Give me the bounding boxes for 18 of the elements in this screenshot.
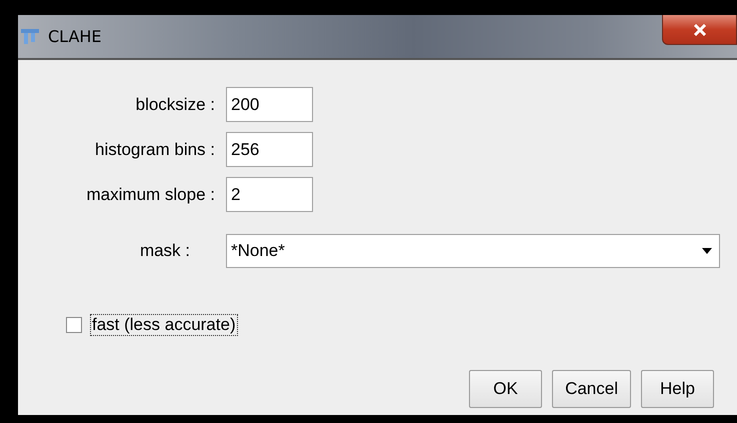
checkbox-label[interactable]: fast (less accurate) [90, 314, 238, 336]
field-label: blocksize : [134, 94, 215, 114]
field-label: maximum slope : [86, 184, 215, 204]
close-icon [692, 24, 706, 36]
caret-icon [701, 247, 713, 255]
checkbox[interactable] [66, 317, 82, 333]
input-field[interactable]: 2 [226, 177, 313, 212]
app-icon [20, 28, 40, 46]
window-title: CLAHE [48, 27, 102, 46]
dialog-button[interactable]: Help [641, 370, 714, 408]
mask-dropdown[interactable]: *None* [226, 234, 720, 268]
input-field[interactable]: 256 [226, 132, 313, 167]
field-label: histogram bins : [94, 140, 215, 160]
dialog-button[interactable]: Cancel [552, 370, 631, 408]
close-button[interactable] [662, 15, 737, 45]
dialog-button[interactable]: OK [469, 370, 542, 408]
field-label: mask : [138, 241, 190, 261]
input-field[interactable]: 200 [226, 87, 313, 122]
